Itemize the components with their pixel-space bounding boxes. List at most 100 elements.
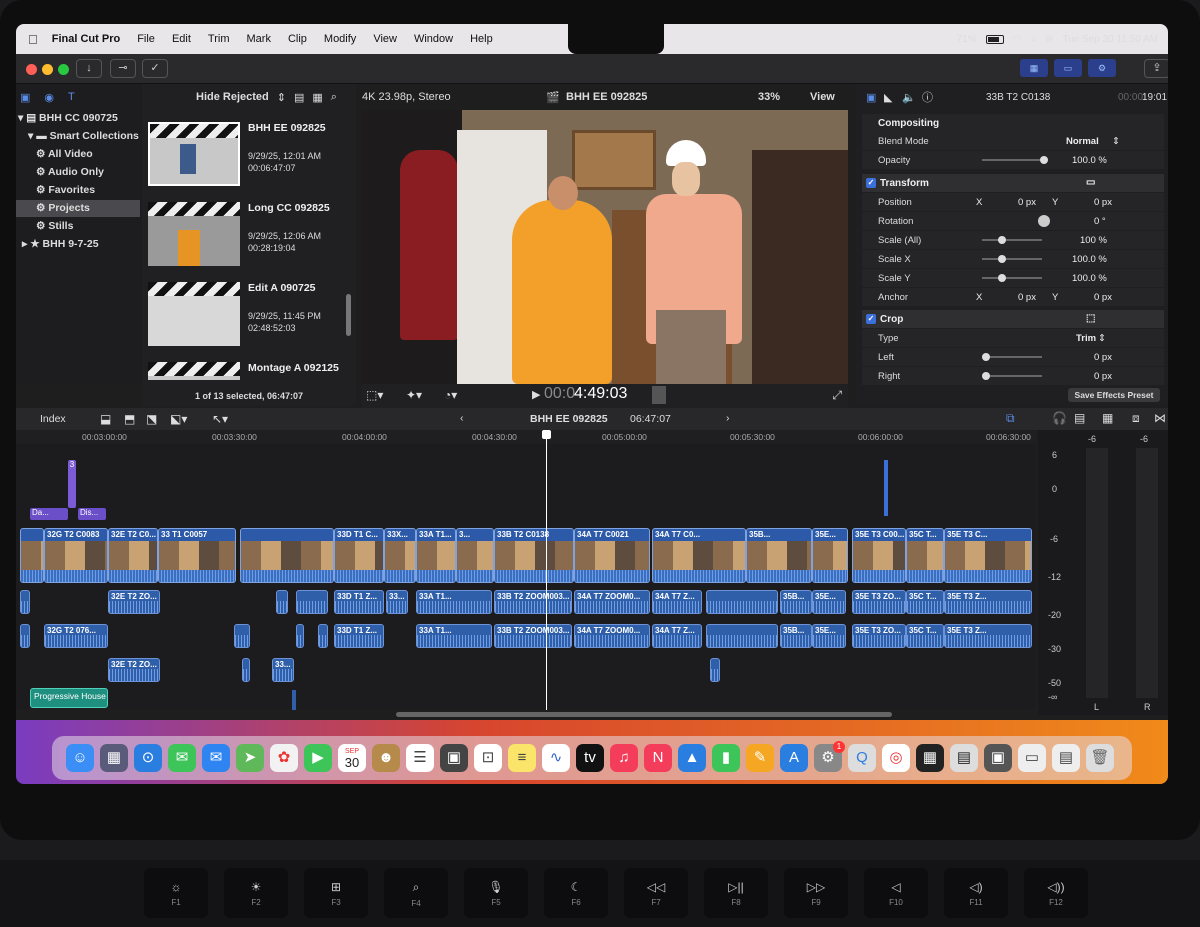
- video-clip[interactable]: 33B T2 C0138: [494, 528, 574, 583]
- import-icon[interactable]: ↓: [76, 59, 102, 78]
- audio-clip[interactable]: 34A T7 Z...: [652, 590, 702, 614]
- quicktime-icon[interactable]: Q: [848, 744, 876, 772]
- index-button[interactable]: Index: [40, 413, 66, 425]
- crop-right-slider[interactable]: [982, 372, 1042, 380]
- back-arrow-icon[interactable]: ‹: [460, 412, 464, 424]
- contacts-icon[interactable]: ☻: [372, 744, 400, 772]
- title-clip[interactable]: Da...: [30, 508, 68, 520]
- video-clip[interactable]: 33A T1...: [416, 528, 456, 583]
- audio-clip[interactable]: 33A T1...: [416, 624, 492, 648]
- compositing-section[interactable]: Compositing: [862, 114, 1164, 132]
- audio-clip[interactable]: [20, 590, 30, 614]
- fullscreen-icon[interactable]: ⤢: [832, 388, 842, 403]
- facetime-icon[interactable]: ▶: [304, 744, 332, 772]
- filter-dropdown[interactable]: Hide Rejected: [196, 91, 269, 103]
- pages-icon[interactable]: ✎: [746, 744, 774, 772]
- onscreen-control-icon[interactable]: ▭: [1086, 177, 1095, 188]
- audio-clip[interactable]: 33...: [386, 590, 408, 614]
- close-window-button[interactable]: [26, 64, 37, 75]
- transform-icon[interactable]: ⬚▾: [366, 388, 383, 402]
- scale-x-slider[interactable]: [982, 255, 1042, 263]
- menu-help[interactable]: Help: [470, 33, 493, 45]
- video-clip[interactable]: 35C T...: [906, 528, 944, 583]
- crop-right-value[interactable]: 0 px: [1094, 371, 1112, 382]
- audio-clip[interactable]: 33B T2 ZOOM003...: [494, 624, 572, 648]
- menu-edit[interactable]: Edit: [172, 33, 191, 45]
- scale-x-value[interactable]: 100.0 %: [1072, 254, 1107, 265]
- preview-icon[interactable]: ▤: [950, 744, 978, 772]
- menu-trim[interactable]: Trim: [208, 33, 230, 45]
- slider-knob[interactable]: [998, 255, 1006, 263]
- search-icon[interactable]: ⌕: [331, 91, 337, 104]
- select-tool-icon[interactable]: ↖▾: [212, 412, 228, 426]
- finder-icon[interactable]: ☺: [66, 744, 94, 772]
- crop-type-select[interactable]: Trim: [1076, 333, 1096, 344]
- smart-collections[interactable]: ▾ ▬ Smart Collections: [28, 130, 139, 142]
- forward-arrow-icon[interactable]: ›: [726, 412, 730, 424]
- crop-left-value[interactable]: 0 px: [1094, 352, 1112, 363]
- audio-clip[interactable]: [276, 590, 288, 614]
- audio-clip[interactable]: 32G T2 076...: [44, 624, 108, 648]
- sidebar-item-favorites[interactable]: ⚙ Favorites: [36, 184, 95, 196]
- transitions-icon[interactable]: ⧈: [1132, 411, 1140, 426]
- timeline-scrollbar[interactable]: [396, 712, 892, 717]
- mail-icon[interactable]: ✉: [202, 744, 230, 772]
- position-x[interactable]: 0 px: [1018, 197, 1036, 208]
- filmstrip-icon[interactable]: ▦: [312, 91, 322, 104]
- chevron-updown-icon[interactable]: ⇕: [277, 91, 286, 104]
- sidebar-item-all-video[interactable]: ⚙ All Video: [36, 148, 93, 160]
- audio-clip[interactable]: 35B...: [780, 590, 812, 614]
- video-clip[interactable]: 32G T2 C0083: [44, 528, 108, 583]
- audio-clip[interactable]: 34A T7 ZOOM0...: [574, 590, 650, 614]
- safari-icon[interactable]: ⊙: [134, 744, 162, 772]
- audio-clip[interactable]: 35E T3 ZO...: [852, 624, 906, 648]
- browser-toggle-icon[interactable]: ▦: [1020, 59, 1048, 77]
- keywords-icon[interactable]: ⊸: [110, 59, 136, 78]
- chevron-updown-icon[interactable]: ⇕: [1098, 333, 1106, 344]
- libraries-tab-icon[interactable]: ▣: [20, 91, 30, 104]
- video-clip[interactable]: 35E T3 C...: [944, 528, 1032, 583]
- append-clip-icon[interactable]: ⬔: [146, 412, 157, 426]
- video-inspector-icon[interactable]: ▣: [866, 91, 876, 104]
- library-root[interactable]: ▾ ▤ BHH CC 090725: [18, 112, 118, 124]
- menu-modify[interactable]: Modify: [324, 33, 356, 45]
- minimize-window-button[interactable]: [42, 64, 53, 75]
- audio-clip[interactable]: 35C T...: [906, 590, 944, 614]
- clip-appearance-icon[interactable]: ▤: [294, 91, 304, 104]
- video-clip[interactable]: 3...: [456, 528, 494, 583]
- audio-clip[interactable]: 33D T1 Z...: [334, 590, 384, 614]
- wifi-icon[interactable]: ◠: [1013, 34, 1022, 45]
- apple-tv-icon[interactable]: tv: [576, 744, 604, 772]
- transform-section[interactable]: ✓ Transform ▭: [862, 174, 1164, 192]
- inspector-toggle-icon[interactable]: ⚙: [1088, 59, 1116, 77]
- save-effects-preset-button[interactable]: Save Effects Preset: [1068, 388, 1160, 402]
- audio-fragment[interactable]: [292, 690, 296, 710]
- audio-clip[interactable]: 35C T...: [906, 624, 944, 648]
- rotation-dial[interactable]: [1038, 215, 1050, 227]
- video-clip[interactable]: 33 T1 C0057: [158, 528, 236, 583]
- video-clip[interactable]: 32E T2 C0...: [108, 528, 158, 583]
- timeline-ruler[interactable]: 00:03:00:00 00:03:30:00 00:04:00:00 00:0…: [16, 430, 1036, 444]
- audio-clip[interactable]: 35E...: [812, 590, 846, 614]
- timeline-project-name[interactable]: BHH EE 092825: [530, 413, 608, 425]
- video-clip[interactable]: [240, 528, 334, 583]
- audio-clip[interactable]: 35B...: [780, 624, 812, 648]
- audio-clip[interactable]: 33A T1...: [416, 590, 492, 614]
- slider-knob[interactable]: [1040, 156, 1048, 164]
- freeform-icon[interactable]: ∿: [542, 744, 570, 772]
- info-icon[interactable]: ⓘ: [922, 89, 933, 105]
- playhead-handle[interactable]: [542, 430, 551, 439]
- menu-window[interactable]: Window: [414, 33, 453, 45]
- skimming-icon[interactable]: ⧉: [1006, 411, 1015, 426]
- menu-mark[interactable]: Mark: [247, 33, 271, 45]
- menu-app-name[interactable]: Final Cut Pro: [52, 33, 120, 45]
- scale-all-slider[interactable]: [982, 236, 1042, 244]
- video-clip[interactable]: 35E T3 C00...: [852, 528, 906, 583]
- crop-section[interactable]: ✓ Crop ⬚: [862, 310, 1164, 328]
- audio-inspector-icon[interactable]: 🔈: [902, 91, 916, 104]
- browser-clip[interactable]: Long CC 092825 9/29/25, 12:06 AM 00:28:19…: [148, 196, 348, 276]
- photo-booth-icon[interactable]: ▣: [440, 744, 468, 772]
- chrome-icon[interactable]: ◎: [882, 744, 910, 772]
- audio-clip[interactable]: 33...: [272, 658, 294, 682]
- apple-icon[interactable]: : [28, 32, 38, 47]
